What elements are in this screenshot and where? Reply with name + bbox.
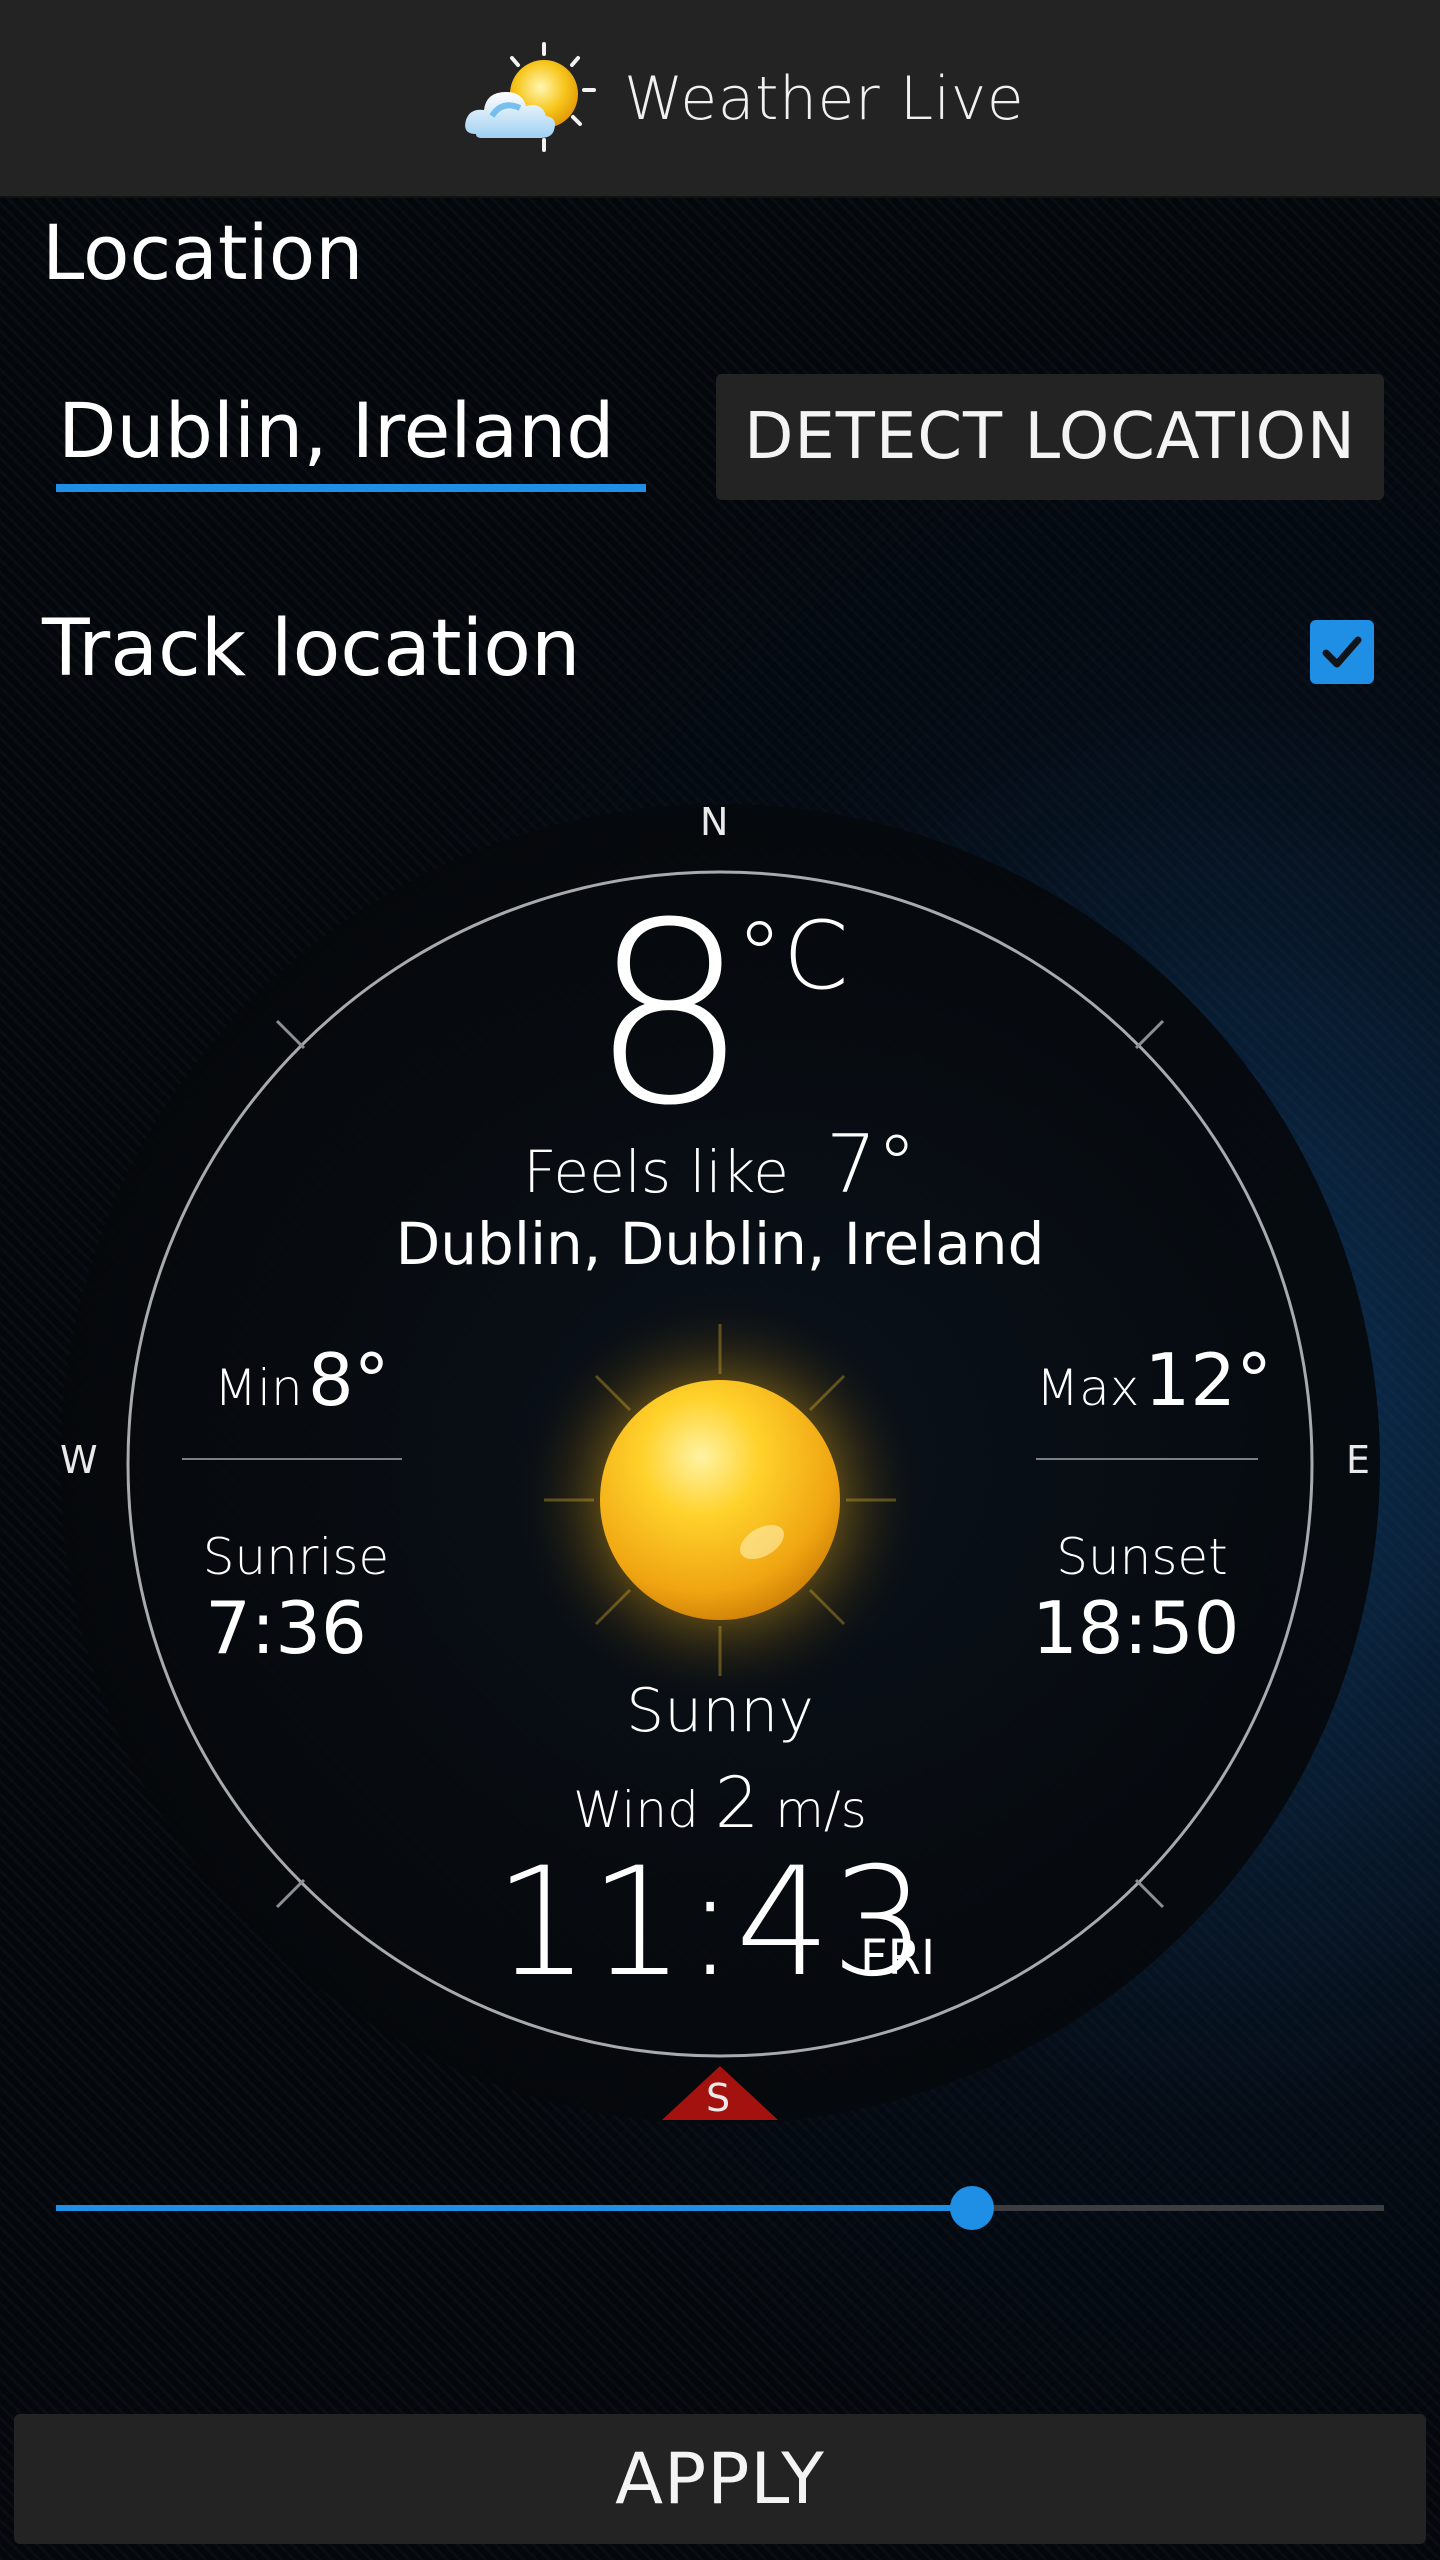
location-input[interactable]: [56, 380, 646, 480]
compass-south: S: [706, 2076, 731, 2120]
compass-north: N: [700, 800, 729, 844]
location-section-title: Location: [42, 208, 364, 297]
feels-like-value: 7°: [825, 1118, 917, 1211]
max-label: Max: [1036, 1359, 1140, 1417]
location-input-underline: [56, 484, 646, 492]
min-divider: [182, 1458, 402, 1460]
app-title: Weather Live: [624, 64, 1025, 134]
max-value: 12°: [1144, 1338, 1273, 1422]
sun-icon: [510, 1290, 930, 1710]
feels-like-label: Feels like: [523, 1138, 789, 1206]
app-header: Weather Live: [0, 0, 1440, 198]
weather-condition: Sunny: [626, 1676, 814, 1746]
sunrise-value: 7:36: [205, 1586, 367, 1670]
wind-label: Wind: [573, 1781, 699, 1839]
feels-like: Feels like 7°: [0, 1118, 1440, 1211]
sunset-label: Sunset: [1056, 1528, 1228, 1586]
slider-fill: [56, 2205, 973, 2211]
detect-location-button[interactable]: DETECT LOCATION: [716, 374, 1384, 500]
min-label: Min: [214, 1359, 303, 1417]
track-location-checkbox[interactable]: [1310, 620, 1374, 684]
min-temp: Min 8°: [214, 1338, 390, 1422]
checkmark-icon: [1322, 636, 1362, 668]
track-location-label: Track location: [42, 604, 581, 694]
compass-east: E: [1346, 1438, 1371, 1482]
max-divider: [1036, 1458, 1258, 1460]
location-field[interactable]: [56, 380, 646, 492]
temperature-unit: °C: [736, 902, 849, 1011]
min-value: 8°: [307, 1338, 390, 1422]
wind-value: 2: [714, 1762, 760, 1844]
wind-unit: m/s: [775, 1781, 867, 1839]
wind-info: Wind 2 m/s: [0, 1762, 1440, 1844]
slider-thumb[interactable]: [950, 2186, 995, 2230]
temperature-value: 8: [590, 869, 750, 1160]
apply-button[interactable]: APPLY: [14, 2414, 1426, 2544]
sunset-value: 18:50: [1032, 1586, 1240, 1670]
city-name: Dublin, Dublin, Ireland: [395, 1210, 1045, 1278]
time-slider[interactable]: [56, 2186, 1384, 2230]
sunrise-label: Sunrise: [202, 1528, 390, 1586]
sun-cloud-logo-icon: [465, 42, 596, 152]
max-temp: Max 12°: [1036, 1338, 1272, 1422]
compass-west: W: [60, 1438, 98, 1482]
clock-day: FRI: [860, 1930, 936, 1986]
